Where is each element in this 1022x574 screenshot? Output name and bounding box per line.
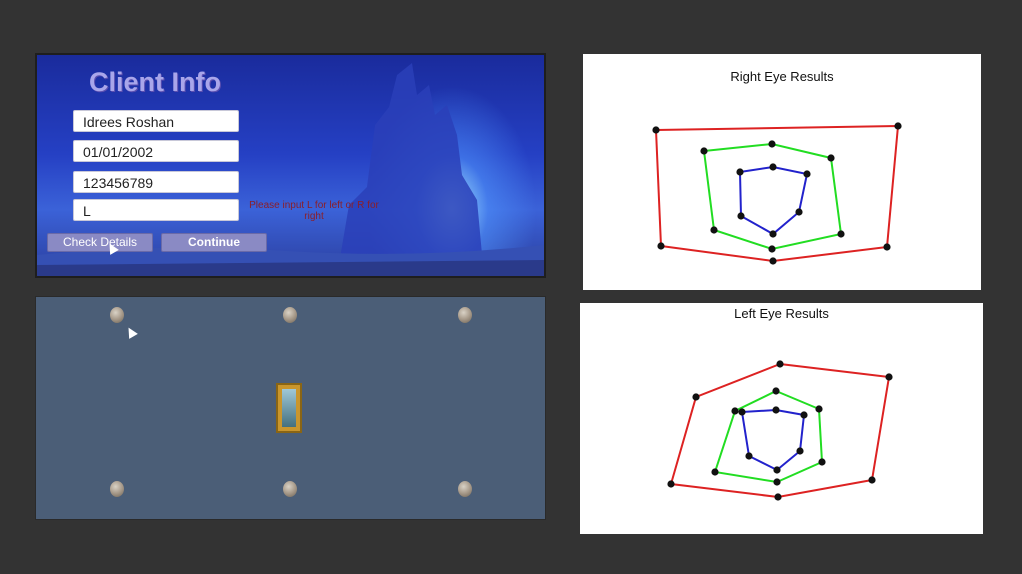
inner-series-point xyxy=(773,466,781,474)
outer-series-point xyxy=(652,126,660,134)
dob-field[interactable]: 01/01/2002 xyxy=(73,140,239,162)
outer-series-point xyxy=(769,257,777,265)
inner-series-point xyxy=(795,208,803,216)
inner-series-point xyxy=(803,170,811,178)
middle-series-point xyxy=(710,226,718,234)
right-eye-chart: Right Eye Results xyxy=(583,54,981,290)
middle-series-point xyxy=(818,458,826,466)
eye-side-field[interactable]: L xyxy=(73,199,239,221)
middle-series-point xyxy=(711,468,719,476)
left-eye-plot xyxy=(667,360,893,501)
middle-series-point xyxy=(772,387,780,395)
outer-series-point xyxy=(868,476,876,484)
mouse-cursor-icon xyxy=(124,325,138,339)
outer-series-line xyxy=(654,124,900,263)
left-eye-chart: Left Eye Results xyxy=(580,303,983,534)
inner-series-point xyxy=(745,452,753,460)
inner-series-line xyxy=(740,408,806,472)
check-details-button[interactable]: Check Details xyxy=(47,233,153,252)
name-field[interactable]: Idrees Roshan xyxy=(73,110,239,132)
orb-icon xyxy=(110,307,124,323)
client-info-panel: Client Info Idrees Roshan 01/01/2002 123… xyxy=(35,53,546,278)
outer-series-point xyxy=(894,122,902,130)
outer-series-point xyxy=(883,243,891,251)
eye-side-hint: Please input L for left or R for right xyxy=(249,200,379,222)
outer-series-point xyxy=(667,480,675,488)
orb-icon xyxy=(283,307,297,323)
inner-series-point xyxy=(737,212,745,220)
outer-series-point xyxy=(885,373,893,381)
inner-series-point xyxy=(796,447,804,455)
inner-series-point xyxy=(772,406,780,414)
middle-series-point xyxy=(773,478,781,486)
outer-series-point xyxy=(657,242,665,250)
middle-series-point xyxy=(837,230,845,238)
middle-series-point xyxy=(731,407,739,415)
door-icon[interactable] xyxy=(276,383,302,433)
orb-icon xyxy=(283,481,297,497)
middle-series-line xyxy=(713,389,824,484)
outer-series-point xyxy=(774,493,782,501)
inner-series-point xyxy=(800,411,808,419)
orb-icon xyxy=(110,481,124,497)
inner-series-point xyxy=(736,168,744,176)
outer-series-point xyxy=(776,360,784,368)
inner-series-line xyxy=(738,165,809,236)
page-title: Client Info xyxy=(89,67,221,97)
middle-series-point xyxy=(768,245,776,253)
continue-button[interactable]: Continue xyxy=(161,233,267,252)
orb-icon xyxy=(458,481,472,497)
inner-series-point xyxy=(738,408,746,416)
inner-series-point xyxy=(769,230,777,238)
inner-series-point xyxy=(769,163,777,171)
middle-series-point xyxy=(815,405,823,413)
outer-series-line xyxy=(669,362,891,499)
id-field[interactable]: 123456789 xyxy=(73,171,239,193)
middle-series-point xyxy=(827,154,835,162)
middle-series-point xyxy=(700,147,708,155)
right-eye-plot xyxy=(652,122,902,265)
orb-icon xyxy=(458,307,472,323)
game-view[interactable] xyxy=(35,296,546,520)
outer-series-point xyxy=(692,393,700,401)
middle-series-point xyxy=(768,140,776,148)
